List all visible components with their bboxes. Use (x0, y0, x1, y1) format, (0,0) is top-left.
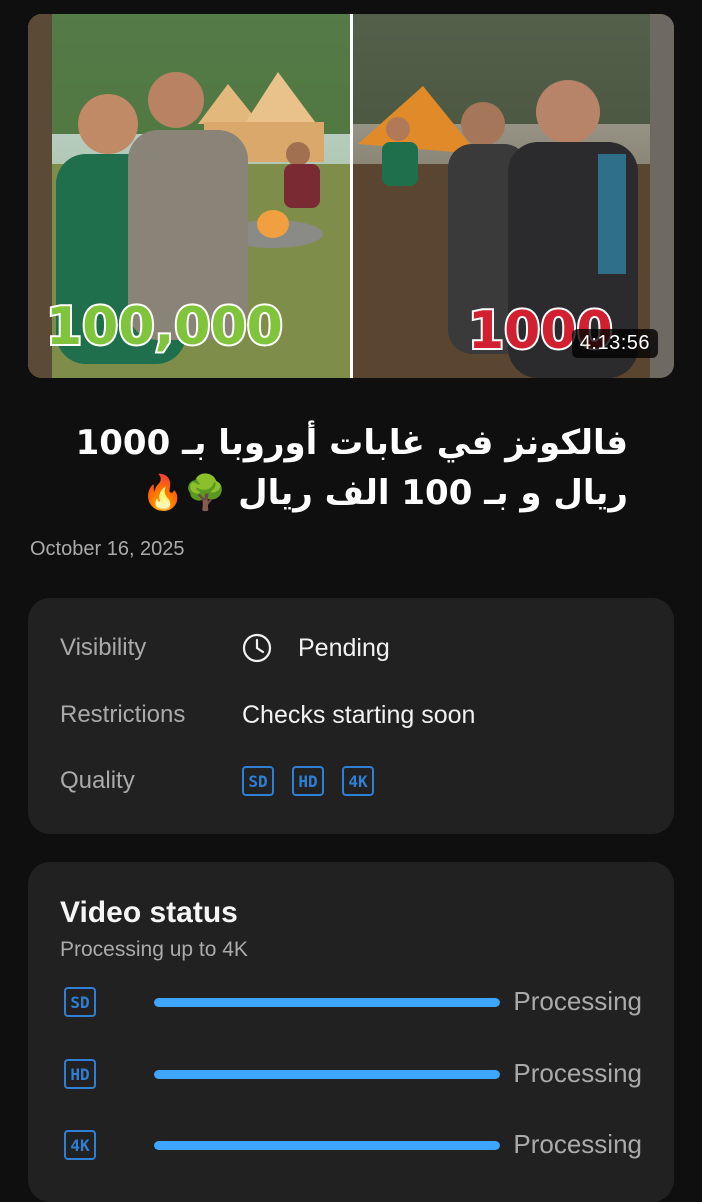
quality-row: Quality SD HD 4K (60, 761, 650, 801)
video-date: October 16, 2025 (30, 538, 185, 560)
sd-badge-text: SD (70, 993, 89, 1012)
video-title: فالكونز في غابات أوروبا بـ 1000 ريال و ب… (75, 423, 628, 513)
hd-progress-fill (154, 1070, 500, 1079)
clock-icon (242, 633, 272, 663)
quality-badges: SD HD 4K (242, 766, 392, 796)
visibility-label: Visibility (60, 634, 147, 661)
hd-badge: HD (292, 766, 324, 796)
left-price-label: 100,000 (46, 297, 283, 357)
restrictions-label: Restrictions (60, 701, 186, 728)
restrictions-value: Checks starting soon (242, 700, 476, 729)
video-status-title: Video status (60, 896, 238, 929)
hd-badge: HD (64, 1059, 96, 1089)
video-status-subtitle: Processing up to 4K (60, 938, 248, 961)
sd-badge: SD (242, 766, 274, 796)
hd-status-text: Processing (513, 1058, 642, 1088)
4k-progress-fill (154, 1141, 500, 1150)
visibility-value-wrap: Pending (242, 633, 390, 663)
video-status-card: Video status Processing up to 4K SD Proc… (28, 862, 674, 1202)
4k-badge: 4K (64, 1130, 96, 1160)
visibility-value: Pending (298, 633, 390, 662)
status-row-sd: SD Processing (60, 982, 642, 1022)
hd-badge-text: HD (298, 772, 317, 791)
4k-badge: 4K (342, 766, 374, 796)
video-duration: 4:13:56 (571, 329, 658, 358)
4k-progress-bar (154, 1141, 500, 1150)
4k-status-text: Processing (513, 1129, 642, 1159)
status-row-hd: HD Processing (60, 1054, 642, 1094)
thumbnail-image: 100,000 1000 (28, 14, 674, 378)
4k-badge-text: 4K (70, 1136, 90, 1155)
4k-badge-text: 4K (348, 772, 368, 791)
video-thumbnail[interactable]: 100,000 1000 4:13:56 (28, 14, 674, 378)
visibility-row[interactable]: Visibility Pending (60, 628, 650, 668)
status-row-4k: 4K Processing (60, 1125, 642, 1165)
hd-badge-text: HD (70, 1065, 89, 1084)
sd-badge-text: SD (248, 772, 267, 791)
sd-badge: SD (64, 987, 96, 1017)
quality-label: Quality (60, 767, 135, 794)
sd-status-text: Processing (513, 986, 642, 1016)
sd-progress-bar (154, 998, 500, 1007)
hd-progress-bar (154, 1070, 500, 1079)
restrictions-row[interactable]: Restrictions Checks starting soon (60, 695, 650, 735)
video-details-card: Visibility Pending Restrictions Checks s… (28, 598, 674, 834)
sd-progress-fill (154, 998, 500, 1007)
